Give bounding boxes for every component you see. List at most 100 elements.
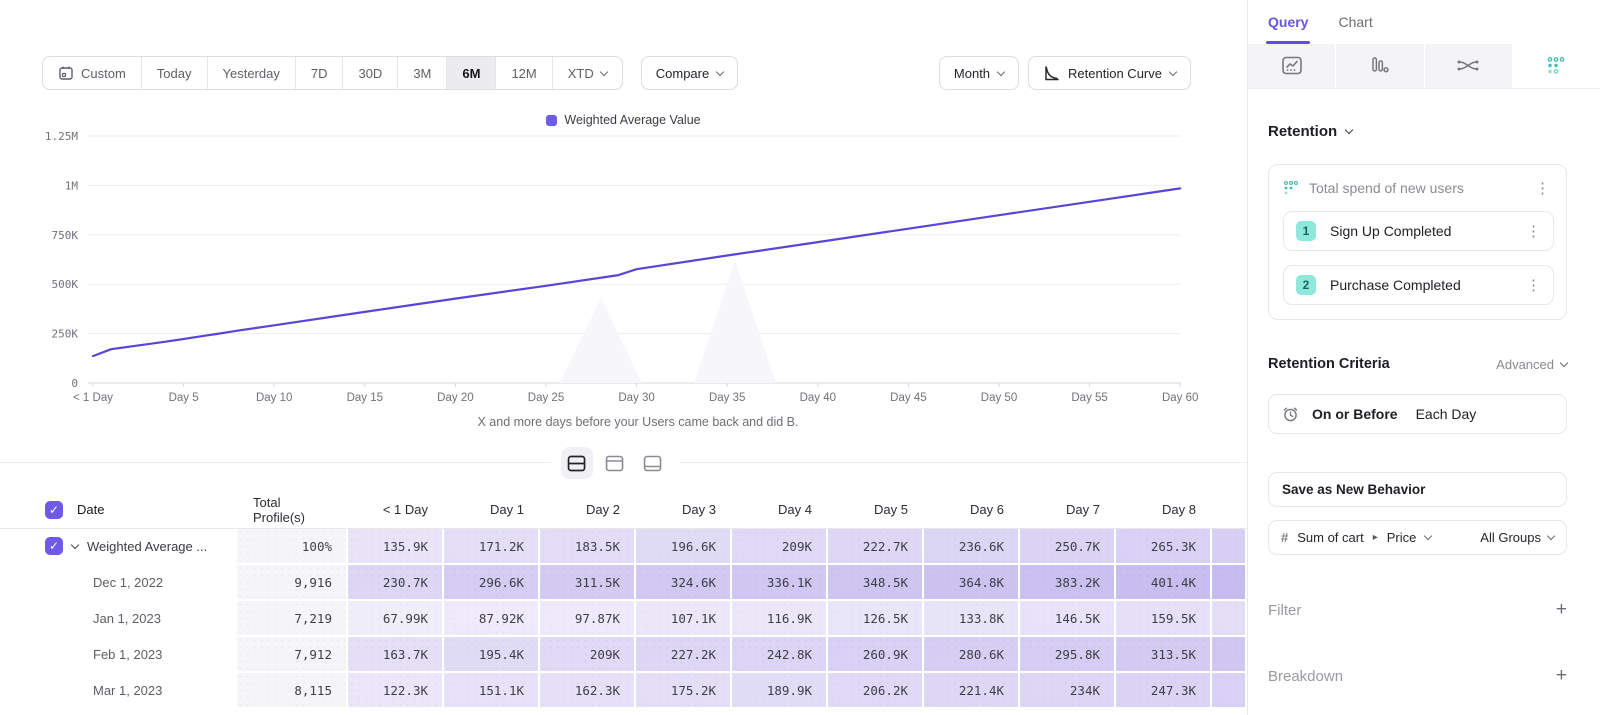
heat-cell[interactable]: 183.5K bbox=[540, 529, 636, 565]
heat-cell[interactable]: 295.8K bbox=[1020, 637, 1116, 673]
line-chart-svg[interactable]: 0250K500K750K1M1.25M< 1 DayDay 5Day 10Da… bbox=[0, 128, 1247, 410]
criteria-operator[interactable]: On or Before bbox=[1312, 406, 1398, 422]
range-xtd[interactable]: XTD bbox=[553, 57, 622, 89]
range-3m[interactable]: 3M bbox=[398, 57, 447, 89]
column-header[interactable]: Total Profile(s) bbox=[237, 491, 348, 529]
column-header[interactable]: Day 3 bbox=[636, 491, 732, 529]
range-today[interactable]: Today bbox=[142, 57, 208, 89]
heat-cell[interactable]: 383.2K bbox=[1020, 565, 1116, 601]
step-row-2[interactable]: 2 Purchase Completed ⋮ bbox=[1283, 265, 1554, 305]
measure-property[interactable]: Price bbox=[1387, 530, 1417, 545]
heat-cell[interactable]: 175.2K bbox=[636, 673, 732, 709]
column-header[interactable]: Day 7 bbox=[1020, 491, 1116, 529]
heat-cell[interactable]: 348.5K bbox=[828, 565, 924, 601]
table-row-label[interactable]: ✓Weighted Average ... bbox=[0, 529, 237, 565]
total-profiles-cell[interactable]: 7,219 bbox=[237, 601, 348, 637]
table-row-label[interactable]: Jan 1, 2023 bbox=[0, 601, 237, 637]
heat-cell[interactable]: 162.3K bbox=[540, 673, 636, 709]
heat-cell[interactable]: 311.5K bbox=[540, 565, 636, 601]
flows-chart-button[interactable] bbox=[1425, 44, 1513, 88]
heat-cell[interactable]: 234K bbox=[1020, 673, 1116, 709]
column-header[interactable]: Day 1 bbox=[444, 491, 540, 529]
heat-cell[interactable]: 324.6K bbox=[636, 565, 732, 601]
table-row-label[interactable]: Dec 1, 2022 bbox=[0, 565, 237, 601]
column-header[interactable]: < 1 Day bbox=[348, 491, 444, 529]
heat-cell[interactable]: 230.7K bbox=[348, 565, 444, 601]
total-profiles-cell[interactable]: 7,912 bbox=[237, 637, 348, 673]
column-header[interactable]: Day 8 bbox=[1116, 491, 1212, 529]
chevron-down-icon[interactable] bbox=[71, 540, 79, 548]
layout-table-view-button[interactable] bbox=[637, 447, 669, 479]
layout-chart-view-button[interactable] bbox=[599, 447, 631, 479]
insights-chart-button[interactable] bbox=[1248, 44, 1336, 88]
add-breakdown-button[interactable]: + bbox=[1556, 665, 1567, 687]
heat-cell[interactable]: 116.9K bbox=[732, 601, 828, 637]
range-12m[interactable]: 12M bbox=[496, 57, 552, 89]
heat-cell[interactable]: 260.9K bbox=[828, 637, 924, 673]
heat-cell[interactable]: 126.5K bbox=[828, 601, 924, 637]
granularity-button[interactable]: Month bbox=[939, 56, 1019, 90]
range-6m[interactable]: 6M bbox=[447, 57, 496, 89]
all-groups-dropdown[interactable]: All Groups bbox=[1480, 530, 1554, 545]
heat-cell[interactable]: 122.3K bbox=[348, 673, 444, 709]
layout-split-view-button[interactable] bbox=[561, 447, 593, 479]
heat-cell[interactable]: 280.6K bbox=[924, 637, 1020, 673]
retention-section-selector[interactable]: Retention bbox=[1268, 123, 1567, 140]
kebab-menu-icon[interactable]: ⋮ bbox=[1522, 276, 1545, 294]
chart-type-button[interactable]: Retention Curve bbox=[1028, 56, 1191, 90]
heat-cell[interactable]: 195.4K bbox=[444, 637, 540, 673]
retention-chart-button[interactable] bbox=[1513, 44, 1600, 88]
heat-cell[interactable]: 209K bbox=[540, 637, 636, 673]
heat-cell[interactable]: 163.7K bbox=[348, 637, 444, 673]
behavior-title[interactable]: Total spend of new users bbox=[1309, 180, 1521, 196]
column-header[interactable]: Day 6 bbox=[924, 491, 1020, 529]
heat-cell[interactable]: 196.6K bbox=[636, 529, 732, 565]
heat-cell[interactable]: 171.2K bbox=[444, 529, 540, 565]
heat-cell[interactable]: 151.1K bbox=[444, 673, 540, 709]
column-header[interactable]: Day 2 bbox=[540, 491, 636, 529]
range-30d[interactable]: 30D bbox=[343, 57, 398, 89]
chart-legend[interactable]: Weighted Average Value bbox=[0, 112, 1247, 128]
heat-cell[interactable]: 250.7K bbox=[1020, 529, 1116, 565]
heat-cell[interactable]: 313.5K bbox=[1116, 637, 1212, 673]
heat-cell[interactable]: 364.8K bbox=[924, 565, 1020, 601]
row-checkbox[interactable]: ✓ bbox=[45, 537, 63, 555]
range-custom[interactable]: Custom bbox=[43, 57, 142, 89]
heat-cell[interactable]: 221.4K bbox=[924, 673, 1020, 709]
heat-cell[interactable]: 296.6K bbox=[444, 565, 540, 601]
criteria-mode-dropdown[interactable]: Advanced bbox=[1496, 357, 1567, 372]
heat-cell[interactable]: 247.3K bbox=[1116, 673, 1212, 709]
heat-cell[interactable]: 222.7K bbox=[828, 529, 924, 565]
heat-cell[interactable]: 236.6K bbox=[924, 529, 1020, 565]
column-header[interactable]: Day 4 bbox=[732, 491, 828, 529]
heat-cell[interactable]: 227.2K bbox=[636, 637, 732, 673]
add-filter-button[interactable]: + bbox=[1556, 599, 1567, 621]
tab-chart[interactable]: Chart bbox=[1338, 14, 1372, 44]
table-row-label[interactable]: Mar 1, 2023 bbox=[0, 673, 237, 709]
funnels-chart-button[interactable] bbox=[1336, 44, 1424, 88]
total-profiles-cell[interactable]: 8,115 bbox=[237, 673, 348, 709]
heat-cell[interactable]: 133.8K bbox=[924, 601, 1020, 637]
heat-cell-overflow[interactable] bbox=[1212, 637, 1247, 673]
heat-cell[interactable]: 209K bbox=[732, 529, 828, 565]
criteria-timeframe[interactable]: Each Day bbox=[1416, 406, 1477, 422]
range-7d[interactable]: 7D bbox=[296, 57, 344, 89]
heat-cell[interactable]: 265.3K bbox=[1116, 529, 1212, 565]
heat-cell[interactable]: 107.1K bbox=[636, 601, 732, 637]
heat-cell[interactable]: 67.99K bbox=[348, 601, 444, 637]
table-row-label[interactable]: Feb 1, 2023 bbox=[0, 637, 237, 673]
heat-cell[interactable]: 401.4K bbox=[1116, 565, 1212, 601]
tab-query[interactable]: Query bbox=[1268, 14, 1308, 44]
heat-cell[interactable]: 87.92K bbox=[444, 601, 540, 637]
heat-cell[interactable]: 206.2K bbox=[828, 673, 924, 709]
heat-cell[interactable]: 146.5K bbox=[1020, 601, 1116, 637]
heat-cell[interactable]: 189.9K bbox=[732, 673, 828, 709]
heat-cell-overflow[interactable] bbox=[1212, 565, 1247, 601]
heat-cell[interactable]: 135.9K bbox=[348, 529, 444, 565]
step-row-1[interactable]: 1 Sign Up Completed ⋮ bbox=[1283, 211, 1554, 251]
heat-cell[interactable]: 336.1K bbox=[732, 565, 828, 601]
total-profiles-cell[interactable]: 9,916 bbox=[237, 565, 348, 601]
heat-cell[interactable]: 242.8K bbox=[732, 637, 828, 673]
kebab-menu-icon[interactable]: ⋮ bbox=[1522, 222, 1545, 240]
heat-cell-overflow[interactable] bbox=[1212, 673, 1247, 709]
